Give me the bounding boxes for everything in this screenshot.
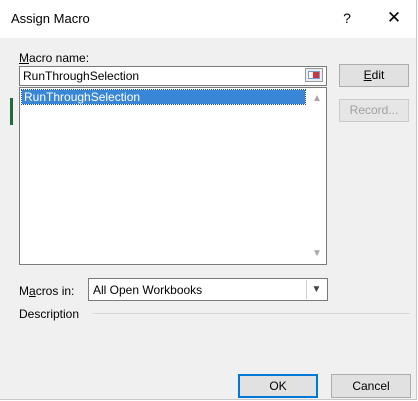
chevron-up-icon[interactable]: ▲ (310, 92, 324, 106)
description-label: Description (19, 307, 80, 321)
background-worksheet-edge (10, 98, 13, 125)
record-button[interactable]: Record... (339, 99, 409, 122)
dialog-title: Assign Macro (11, 11, 90, 26)
title-bar: Assign Macro ? ✕ (0, 0, 416, 38)
macros-in-label: Macros in: (19, 284, 75, 298)
macros-in-value: All Open Workbooks (93, 283, 203, 297)
edit-button[interactable]: Edit (339, 64, 409, 87)
range-select-icon[interactable] (305, 68, 323, 82)
close-button[interactable]: ✕ (381, 6, 407, 30)
macros-in-select[interactable]: All Open Workbooks ▼ (88, 278, 328, 301)
assign-macro-dialog: Assign Macro ? ✕ Macro name: RunThroughS… (0, 0, 417, 400)
macro-name-input[interactable] (19, 66, 327, 86)
help-button[interactable]: ? (335, 6, 359, 30)
chevron-down-icon[interactable]: ▼ (310, 247, 324, 261)
chevron-down-icon[interactable]: ▼ (306, 280, 326, 299)
macro-name-label: Macro name: (19, 51, 90, 65)
description-divider (92, 313, 410, 314)
ok-button[interactable]: OK (238, 374, 318, 398)
macro-list[interactable]: RunThroughSelection ▲ ▼ (19, 87, 327, 265)
range-arrow-shape (313, 72, 319, 78)
cancel-button[interactable]: Cancel (331, 374, 411, 398)
list-item[interactable]: RunThroughSelection (21, 89, 306, 105)
